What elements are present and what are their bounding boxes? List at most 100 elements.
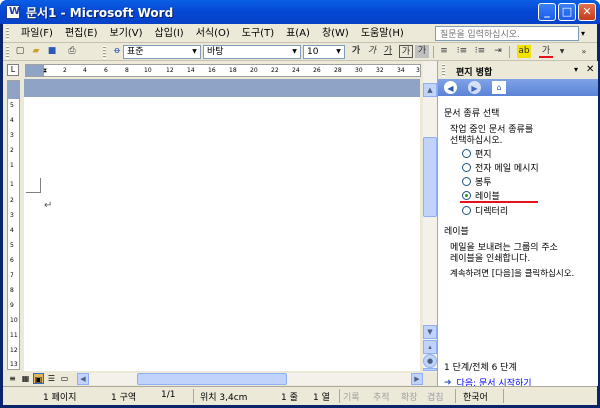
horizontal-ruler[interactable]: ⧗ 2 4 6 8 10 12 14 16 18 20 22 24 26 28 …	[25, 64, 421, 77]
ruler-tick: 8	[10, 287, 14, 294]
word-window: 문서1 - Microsoft Word _ □ ✕ 파일(F) 편집(E) 보…	[0, 0, 600, 408]
chevron-down-icon: ▼	[336, 48, 341, 55]
vertical-scrollbar[interactable]: ▲ ▼ ▴ ●	[423, 61, 437, 372]
styles-icon[interactable]: ꝋ	[110, 45, 124, 58]
scroll-up-icon[interactable]: ▲	[423, 83, 437, 97]
formatting-toolbar: ▢ ▰ ■ ⎙ ꝋ 표준 ▼ 바탕 ▼ 10 ▼ 가 가 가 가 가 ≡ ⁝≡ …	[3, 43, 597, 61]
font-combo[interactable]: 바탕 ▼	[203, 45, 301, 59]
scroll-thumb[interactable]	[423, 137, 437, 217]
menu-edit[interactable]: 편집(E)	[59, 27, 104, 40]
print-layout-icon[interactable]: ▣	[33, 373, 44, 384]
menu-table[interactable]: 표(A)	[280, 27, 316, 40]
bullet-list-button[interactable]: ⁝≡	[473, 45, 487, 58]
description-line2: 레이블을 인쇄합니다.	[450, 254, 531, 264]
ask-dropdown-icon[interactable]: ▾	[581, 29, 585, 38]
tab-selector[interactable]: L	[7, 64, 19, 76]
status-line: 1 줄	[281, 393, 298, 403]
option-label: 전자 메일 메시지	[475, 164, 539, 174]
back-icon[interactable]: ◀	[444, 81, 457, 94]
highlight-button[interactable]: ab	[517, 45, 531, 58]
toolbar-grip[interactable]	[6, 46, 9, 59]
status-extend[interactable]: 확장	[401, 390, 418, 403]
web-layout-icon[interactable]: ▦	[20, 373, 31, 384]
save-icon[interactable]: ■	[45, 45, 59, 58]
ruler-tick: 3	[10, 212, 14, 219]
ruler-tick: 26	[313, 67, 321, 74]
ruler-tick: 8	[125, 67, 129, 74]
status-bar: 1 페이지 1 구역 1/1 위치 3,4cm 1 줄 1 열 기록 추적 확장…	[3, 386, 597, 405]
minimize-button[interactable]: _	[538, 3, 556, 21]
status-separator	[503, 389, 504, 403]
style-combo[interactable]: 표준 ▼	[123, 45, 201, 59]
status-record[interactable]: 기록	[343, 390, 360, 403]
normal-view-icon[interactable]: ≡	[7, 373, 18, 384]
option-directory[interactable]: 디렉터리	[462, 204, 508, 217]
ruler-tick: 16	[208, 67, 216, 74]
pane-title-bar: 편지 병합 ▾ ✕	[438, 61, 598, 79]
browse-object-icon[interactable]: ●	[423, 354, 437, 368]
underline-button[interactable]: 가	[381, 45, 395, 58]
ruler-tick: 32	[376, 67, 384, 74]
ask-question-input[interactable]	[435, 26, 579, 41]
align-button[interactable]: ≡	[437, 45, 451, 58]
maximize-button[interactable]: □	[558, 3, 576, 21]
reading-layout-icon[interactable]: ▭	[59, 373, 70, 384]
toolbar-options-icon[interactable]: »	[577, 45, 591, 58]
scroll-right-icon[interactable]: ▶	[411, 373, 423, 385]
menu-insert[interactable]: 삽입(I)	[149, 27, 190, 40]
menu-window[interactable]: 창(W)	[316, 27, 355, 40]
continue-instruction: 계속하려면 [다음]을 클릭하십시오.	[450, 269, 575, 279]
scroll-down-icon[interactable]: ▼	[423, 325, 437, 339]
option-email[interactable]: 전자 메일 메시지	[462, 161, 539, 174]
ruler-tick: 13	[10, 361, 18, 368]
numbered-list-button[interactable]: ⁝≡	[455, 45, 469, 58]
home-icon[interactable]: ⌂	[492, 81, 506, 94]
pane-dropdown-icon[interactable]: ▾	[574, 65, 578, 74]
ruler-tick: 2	[10, 197, 14, 204]
outline-view-icon[interactable]: ☰	[46, 373, 57, 384]
previous-page-icon[interactable]: ▴	[423, 340, 437, 354]
next-page-icon[interactable]	[423, 368, 437, 371]
document-page[interactable]	[24, 97, 420, 371]
ruler-tick: 6	[10, 257, 14, 264]
ruler-tick: 18	[229, 67, 237, 74]
paragraph-mark[interactable]: ↵	[44, 200, 52, 211]
new-document-icon[interactable]: ▢	[13, 45, 27, 58]
radio-icon	[462, 163, 471, 172]
char-shade-button[interactable]: 가	[415, 45, 429, 58]
italic-button[interactable]: 가	[365, 45, 379, 58]
print-icon[interactable]: ⎙	[65, 45, 79, 58]
pane-grip[interactable]	[442, 64, 445, 77]
status-separator	[455, 389, 456, 403]
horizontal-scroll-thumb[interactable]	[137, 373, 287, 385]
menu-view[interactable]: 보기(V)	[104, 27, 149, 40]
chevron-down-icon[interactable]: ▼	[555, 45, 569, 58]
status-track[interactable]: 추적	[373, 390, 390, 403]
forward-icon[interactable]: ▶	[468, 81, 481, 94]
menu-format[interactable]: 서식(O)	[190, 27, 236, 40]
scroll-left-icon[interactable]: ◀	[77, 373, 89, 385]
indent-button[interactable]: ⇥	[491, 45, 505, 58]
ruler-tick: 5	[10, 242, 14, 249]
close-button[interactable]: ✕	[578, 3, 596, 21]
toolbar-grip-2[interactable]	[103, 46, 106, 59]
ruler-margin	[8, 81, 19, 99]
option-letter[interactable]: 편지	[462, 147, 492, 160]
char-border-button[interactable]: 가	[399, 45, 413, 58]
bold-button[interactable]: 가	[349, 45, 363, 58]
mail-merge-task-pane: 편지 병합 ▾ ✕ ◀ ▶ ⌂ 문서 종류 선택 작업 중인 문서 종류를 선택…	[437, 61, 598, 390]
font-color-button[interactable]: 가	[539, 45, 553, 58]
menu-tools[interactable]: 도구(T)	[236, 27, 280, 40]
word-app-icon[interactable]	[6, 5, 20, 19]
open-folder-icon[interactable]: ▰	[29, 45, 43, 58]
menu-grip[interactable]	[6, 27, 9, 40]
indent-marker-icon[interactable]: ⧗	[43, 67, 47, 75]
option-envelope[interactable]: 봉투	[462, 175, 492, 188]
menu-file[interactable]: 파일(F)	[15, 27, 59, 40]
status-overtype[interactable]: 겹침	[427, 390, 444, 403]
pane-close-icon[interactable]: ✕	[586, 64, 594, 75]
font-size-combo[interactable]: 10 ▼	[303, 45, 345, 59]
menu-help[interactable]: 도움말(H)	[355, 27, 410, 40]
vertical-ruler[interactable]: 5 4 3 2 1 1 2 3 4 5 6 7 8 9 10 11 12 13	[7, 80, 20, 370]
horizontal-scrollbar[interactable]: ◀ ▶	[77, 373, 423, 385]
